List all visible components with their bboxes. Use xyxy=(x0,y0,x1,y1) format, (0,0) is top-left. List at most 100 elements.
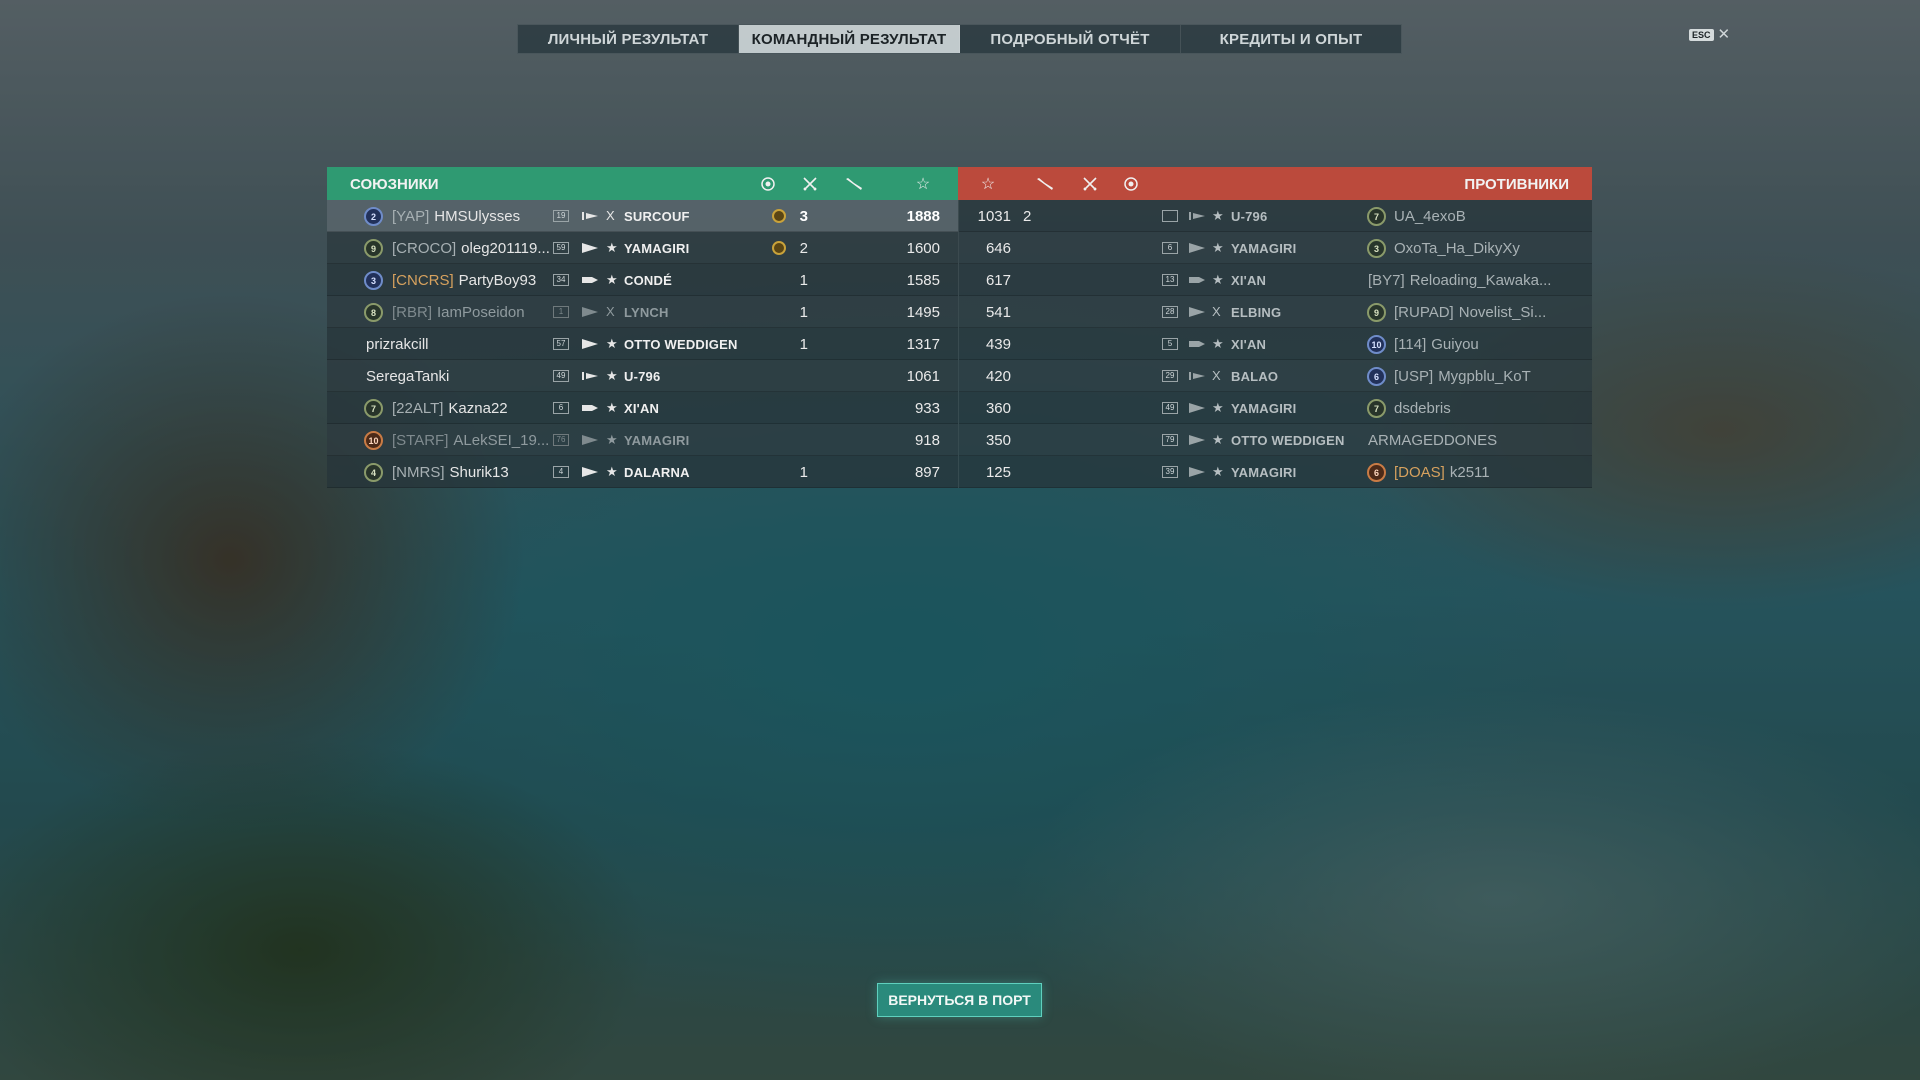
enemy-row[interactable]: 439 5 ★ XI'AN 10 [114] Guiyou xyxy=(959,328,1592,360)
player-nickname: dsdebris xyxy=(1394,400,1451,417)
service-level-badge: 79 xyxy=(1162,434,1178,446)
player-name[interactable]: [22ALT] Kazna22 xyxy=(392,400,508,417)
player-nickname: PartyBoy93 xyxy=(458,272,537,289)
player-name[interactable]: UA_4exoB xyxy=(1394,208,1466,225)
player-name[interactable]: [114] Guiyou xyxy=(1394,336,1479,353)
enemy-row[interactable]: 350 79 ★ OTTO WEDDIGEN ARMAGEDDONES xyxy=(959,424,1592,456)
ship-tier-mark: X xyxy=(1212,368,1221,383)
tab-credits-xp[interactable]: Кредиты и опыт xyxy=(1181,25,1401,53)
service-level-badge: 4 xyxy=(553,466,569,478)
rank-badge-icon: 7 xyxy=(1367,399,1386,418)
scoreboard-rows: 2 [YAP] HMSUlysses 19 X SURCOUF 3 1888 9 [CROCO] o… xyxy=(327,200,1592,488)
crossed-swords-icon[interactable] xyxy=(800,174,820,194)
ally-row[interactable]: 3 [CNCRS] PartyBoy93 34 ★ CONDÉ 1 1585 xyxy=(327,264,958,296)
player-name[interactable]: dsdebris xyxy=(1394,400,1451,417)
player-name[interactable]: OxoTa_Ha_DikyXy xyxy=(1394,240,1520,257)
ship-name: BALAO xyxy=(1231,369,1279,384)
tab-detailed-report[interactable]: Подробный отчёт xyxy=(960,25,1181,53)
ship-tier-mark: X xyxy=(1212,304,1221,319)
base-xp-score: 617 xyxy=(985,272,1011,289)
crossed-swords-icon[interactable] xyxy=(1080,174,1100,194)
tab-team-result[interactable]: Командный результат xyxy=(739,25,960,53)
ship-tier-mark: X xyxy=(606,304,615,319)
base-xp-score: 439 xyxy=(985,336,1011,353)
ship-class-icon xyxy=(1187,401,1207,415)
rank-badge-icon: 6 xyxy=(1367,367,1386,386)
laurel-icon[interactable] xyxy=(758,174,778,194)
base-xp-score: 1317 xyxy=(906,336,940,353)
ship-class-icon xyxy=(1187,305,1207,319)
player-name[interactable]: [USP] Mygpblu_KoT xyxy=(1394,368,1531,385)
player-name[interactable]: ARMAGEDDONES xyxy=(1368,432,1497,449)
allies-list: 2 [YAP] HMSUlysses 19 X SURCOUF 3 1888 9 [CROCO] o… xyxy=(327,200,958,488)
player-name[interactable]: [YAP] HMSUlysses xyxy=(392,208,520,225)
player-name[interactable]: [RBR] IamPoseidon xyxy=(392,304,525,321)
ship-class-icon xyxy=(580,273,600,287)
clan-tag: [114] xyxy=(1394,336,1427,353)
player-name[interactable]: [CROCO] oleg201119... xyxy=(392,240,550,257)
plane-icon[interactable] xyxy=(844,174,864,194)
close-icon[interactable]: ✕ xyxy=(1718,27,1731,42)
player-nickname: oleg201119... xyxy=(461,240,550,257)
player-name[interactable]: [STARF] ALekSEI_19... xyxy=(392,432,549,449)
base-xp-score: 1600 xyxy=(906,240,940,257)
ally-row[interactable]: 7 [22ALT] Kazna22 6 ★ XI'AN 933 xyxy=(327,392,958,424)
ship-name: XI'AN xyxy=(1231,337,1267,352)
player-name[interactable]: [CNCRS] PartyBoy93 xyxy=(392,272,536,289)
kills-count: 2 xyxy=(1023,208,1032,225)
player-name[interactable]: [BY7] Reloading_Kawaka... xyxy=(1368,272,1551,289)
enemy-row[interactable]: 420 29 X BALAO 6 [USP] Mygpblu_KoT xyxy=(959,360,1592,392)
star-icon[interactable]: ☆ xyxy=(978,174,998,194)
rank-badge-icon: 2 xyxy=(364,207,383,226)
ship-class-icon xyxy=(1187,209,1207,223)
enemy-row[interactable]: 541 28 X ELBING 9 [RUPAD] Novelist_Si... xyxy=(959,296,1592,328)
ship-name: U-796 xyxy=(624,369,661,384)
ship-class-icon xyxy=(580,241,600,255)
ally-row[interactable]: 10 [STARF] ALekSEI_19... 76 ★ YAMAGIRI 918 xyxy=(327,424,958,456)
background-overlay xyxy=(0,0,1920,1080)
base-xp-score: 933 xyxy=(914,400,940,417)
kills-count: 3 xyxy=(799,208,808,225)
player-nickname: ARMAGEDDONES xyxy=(1368,432,1498,449)
ally-row[interactable]: SeregaTanki 49 ★ U-796 1061 xyxy=(327,360,958,392)
rank-badge-icon: 8 xyxy=(364,303,383,322)
return-to-port-button[interactable]: Вернуться в порт xyxy=(877,983,1042,1017)
base-xp-score: 1888 xyxy=(906,208,940,225)
ally-row[interactable]: 8 [RBR] IamPoseidon 1 X LYNCH 1 1495 xyxy=(327,296,958,328)
plane-icon[interactable] xyxy=(1035,174,1055,194)
esc-close-button[interactable]: ESC ✕ xyxy=(1689,27,1730,42)
enemy-row[interactable]: 125 39 ★ YAMAGIRI 6 [DOAS] k2511 xyxy=(959,456,1592,488)
enemy-row[interactable]: 1031 2 ★ U-796 7 UA_4exoB xyxy=(959,200,1592,232)
ship-tier-mark: ★ xyxy=(606,336,618,351)
star-icon[interactable]: ☆ xyxy=(913,174,933,194)
player-name[interactable]: [RUPAD] Novelist_Si... xyxy=(1394,304,1546,321)
rank-badge-icon: 3 xyxy=(1367,239,1386,258)
ship-class-icon xyxy=(1187,369,1207,383)
ship-tier-mark: ★ xyxy=(1212,272,1224,287)
ship-name: XI'AN xyxy=(1231,273,1267,288)
rank-badge-icon: 7 xyxy=(1367,207,1386,226)
ally-row[interactable]: prizrakcill 57 ★ OTTO WEDDIGEN 1 1317 xyxy=(327,328,958,360)
allies-header: Союзники ☆ xyxy=(327,167,958,200)
ship-tier-mark: X xyxy=(606,208,615,223)
enemy-row[interactable]: 617 13 ★ XI'AN [BY7] Reloading_Kawaka... xyxy=(959,264,1592,296)
kills-count: 1 xyxy=(799,336,808,353)
ship-name: U-796 xyxy=(1231,209,1268,224)
ship-class-icon xyxy=(1187,465,1207,479)
scoreboard-header: Союзники ☆ ☆ Противники xyxy=(327,167,1592,200)
enemy-row[interactable]: 360 49 ★ YAMAGIRI 7 dsdebris xyxy=(959,392,1592,424)
player-name[interactable]: SeregaTanki xyxy=(366,368,449,385)
enemy-row[interactable]: 646 6 ★ YAMAGIRI 3 OxoTa_Ha_DikyXy xyxy=(959,232,1592,264)
tab-personal-result[interactable]: Личный результат xyxy=(518,25,739,53)
ally-row[interactable]: 9 [CROCO] oleg201119... 59 ★ YAMAGIRI 2 1600 xyxy=(327,232,958,264)
player-name[interactable]: [DOAS] k2511 xyxy=(1394,464,1490,481)
base-xp-score: 125 xyxy=(985,464,1011,481)
ally-row[interactable]: 4 [NMRS] Shurik13 4 ★ DALARNA 1 897 xyxy=(327,456,958,488)
service-level-badge: 76 xyxy=(553,434,569,446)
player-name[interactable]: [NMRS] Shurik13 xyxy=(392,464,509,481)
ally-row[interactable]: 2 [YAP] HMSUlysses 19 X SURCOUF 3 1888 xyxy=(327,200,958,232)
player-name[interactable]: prizrakcill xyxy=(366,336,429,353)
laurel-icon[interactable] xyxy=(1121,174,1141,194)
player-nickname: IamPoseidon xyxy=(437,304,525,321)
rank-badge-icon: 6 xyxy=(1367,463,1386,482)
